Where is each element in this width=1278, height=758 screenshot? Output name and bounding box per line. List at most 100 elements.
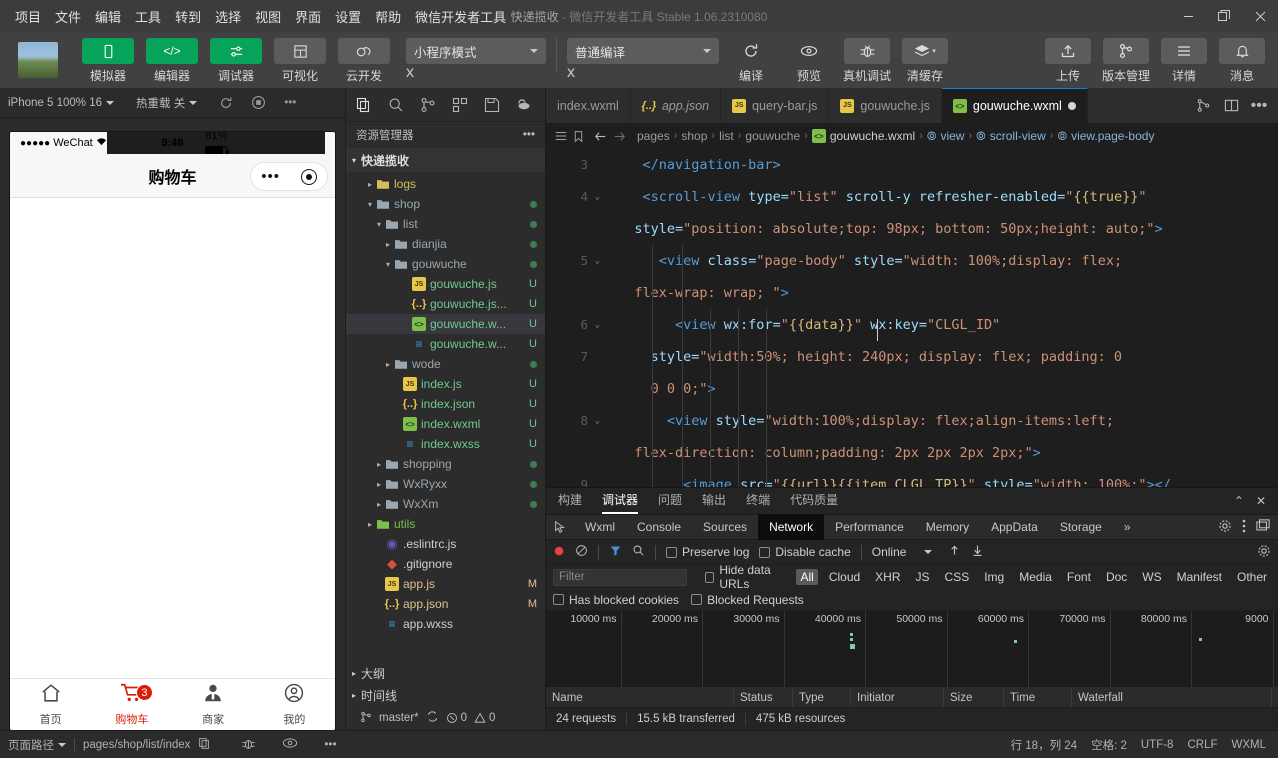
branch-icon[interactable] [360,711,372,726]
twisty-icon[interactable]: ▸ [382,360,394,369]
resource-filter-Font[interactable]: Font [1063,569,1095,585]
checkbox-Blocked Requests[interactable]: Blocked Requests [691,593,804,607]
tabbar-item-首页[interactable]: 首页 [10,682,91,727]
tree-item-shopping[interactable]: ▸ shopping [346,454,545,474]
tabbar-item-我的[interactable]: 我的 [254,682,335,727]
hot-reload-select[interactable]: 热重载 关 [136,95,198,111]
toolbar-mode-调试器[interactable]: 调试器 [208,38,264,84]
column-header-Type[interactable]: Type [793,688,851,707]
simulator-more-icon[interactable]: ••• [284,97,296,109]
import-har-icon[interactable] [948,544,961,560]
more-icon[interactable]: ••• [1246,93,1272,119]
devtools-panel-tab-输出[interactable]: 输出 [702,491,726,512]
tree-item-shop[interactable]: ▾ shop [346,194,545,214]
resource-filter-Cloud[interactable]: Cloud [825,569,864,585]
source-control-icon[interactable] [412,89,444,121]
status-more-icon[interactable]: ••• [324,739,336,751]
record-icon[interactable] [553,545,565,560]
cloud-db-icon[interactable] [508,89,540,121]
tree-item-index.js[interactable]: JS index.js U [346,374,545,394]
code-content[interactable]: </navigation-bar> <scroll-view type="lis… [592,149,1278,487]
files-icon[interactable] [348,89,380,121]
devtools-panel-tab-终端[interactable]: 终端 [746,491,770,512]
menu-item-10[interactable]: 微信开发者工具 [408,3,513,30]
editor-tab-query-bar.js[interactable]: JS query-bar.js [721,88,830,123]
breadcrumb-item-view[interactable]: ⦾ view [927,129,965,144]
twisty-icon[interactable]: ▸ [373,500,385,509]
tree-item-WxRyxx[interactable]: ▸ WxRyxx [346,474,545,494]
column-header-Size[interactable]: Size [944,688,1004,707]
column-header-Name[interactable]: Name [546,688,734,707]
clear-icon[interactable] [575,544,588,560]
preserve-log-checkbox[interactable]: Preserve log [666,545,749,559]
compile-mode-select[interactable]: 普通编译 x [567,38,719,82]
resource-filter-Manifest[interactable]: Manifest [1173,569,1226,585]
devtools-panel-tab-代码质量[interactable]: 代码质量 [790,491,838,512]
devtools-tab-Console[interactable]: Console [626,514,692,540]
preview-eye-icon[interactable] [282,735,298,754]
save-icon[interactable] [476,89,508,121]
collapse-icon[interactable]: ⌃ [1234,494,1244,508]
extensions-icon[interactable] [444,89,476,121]
restore-icon[interactable] [1206,0,1242,32]
toolbar-mode-可视化[interactable]: 可视化 [272,38,328,84]
close-icon[interactable] [1242,0,1278,32]
forward-icon[interactable] [612,129,627,144]
column-header-Status[interactable]: Status [734,688,793,707]
devtools-panel-tab-调试器[interactable]: 调试器 [602,491,639,514]
explorer-section-大纲[interactable]: ▸ 大纲 [346,662,545,684]
twisty-icon[interactable]: ▾ [364,200,376,209]
editor-tab-app.json[interactable]: {..} app.json [631,88,722,123]
close-icon[interactable]: ✕ [1256,494,1266,508]
menu-item-1[interactable]: 文件 [48,3,88,30]
column-header-Waterfall[interactable]: Waterfall [1072,688,1272,707]
tree-item-logs[interactable]: ▸ logs [346,174,545,194]
debug-bug-icon[interactable] [241,736,256,754]
toolbar-action-版本管理[interactable]: 版本管理 [1100,38,1152,84]
resource-filter-Img[interactable]: Img [980,569,1008,585]
explorer-root-node[interactable]: ▾ 快递揽收 [346,148,545,172]
code-editor[interactable]: 3 4 ⌄ 5 ⌄ 6 ⌄ 7 8 ⌄ 9 </navigation-bar> <scroll-vi… [546,149,1278,487]
menu-item-5[interactable]: 选择 [208,3,248,30]
menu-item-3[interactable]: 工具 [128,3,168,30]
twisty-icon[interactable]: ▸ [382,240,394,249]
tabbar-item-购物车[interactable]: 3 购物车 [91,682,172,727]
resource-filter-Other[interactable]: Other [1233,569,1271,585]
toolbar-action-消息[interactable]: 消息 [1216,38,1268,84]
tree-item-app.json[interactable]: {..} app.json M [346,594,545,614]
network-overview-timeline[interactable]: 10000 ms 20000 ms 30000 ms 40000 ms 50000 ms… [546,611,1278,688]
devtools-tabs-overflow[interactable]: » [1113,514,1142,540]
breadcrumb-item-shop[interactable]: shop [681,129,707,143]
app-mode-select[interactable]: 小程序模式 x [406,38,546,82]
file-tree[interactable]: ▸ logs ▾ shop ▾ list ▸ dianjia ▾ gouwuche JS gouwuc… [346,172,545,662]
breadcrumb-item-pages[interactable]: pages [637,129,670,143]
tree-item-index.json[interactable]: {..} index.json U [346,394,545,414]
back-icon[interactable] [593,129,608,144]
toolbar-mode-编辑器[interactable]: </> 编辑器 [144,38,200,84]
devtools-tab-Sources[interactable]: Sources [692,514,758,540]
checkbox-Has blocked cookies[interactable]: Has blocked cookies [553,593,679,607]
cursor-position[interactable]: 行 18，列 24 [1011,737,1077,753]
checkbox-box[interactable] [553,594,564,605]
twisty-icon[interactable]: ▸ [373,480,385,489]
eol-mode[interactable]: CRLF [1187,739,1217,751]
layout-icon[interactable] [1218,93,1244,119]
capsule-button[interactable]: ••• [250,162,328,191]
network-filter-input[interactable]: Filter [553,568,688,586]
checkbox-box[interactable] [666,546,677,558]
breadcrumb-item-scroll-view[interactable]: ⦾ scroll-view [976,129,1046,144]
simulator-refresh-icon[interactable] [219,96,233,110]
devtools-panel-tab-问题[interactable]: 问题 [658,491,682,512]
settings-gear-icon[interactable] [1218,519,1232,536]
tree-item-app.js[interactable]: JS app.js M [346,574,545,594]
export-har-icon[interactable] [971,544,984,560]
error-count[interactable]: 0 [446,712,467,724]
editor-tab-gouwuche.wxml[interactable]: <> gouwuche.wxml [941,88,1088,123]
checkbox-box[interactable] [759,546,771,558]
devtools-tab-AppData[interactable]: AppData [980,514,1049,540]
search-icon[interactable] [380,89,412,121]
throttling-select[interactable]: Online [872,545,933,559]
devtools-tab-Performance[interactable]: Performance [824,514,915,540]
minimize-icon[interactable] [1170,0,1206,32]
tree-item-list[interactable]: ▾ list [346,214,545,234]
